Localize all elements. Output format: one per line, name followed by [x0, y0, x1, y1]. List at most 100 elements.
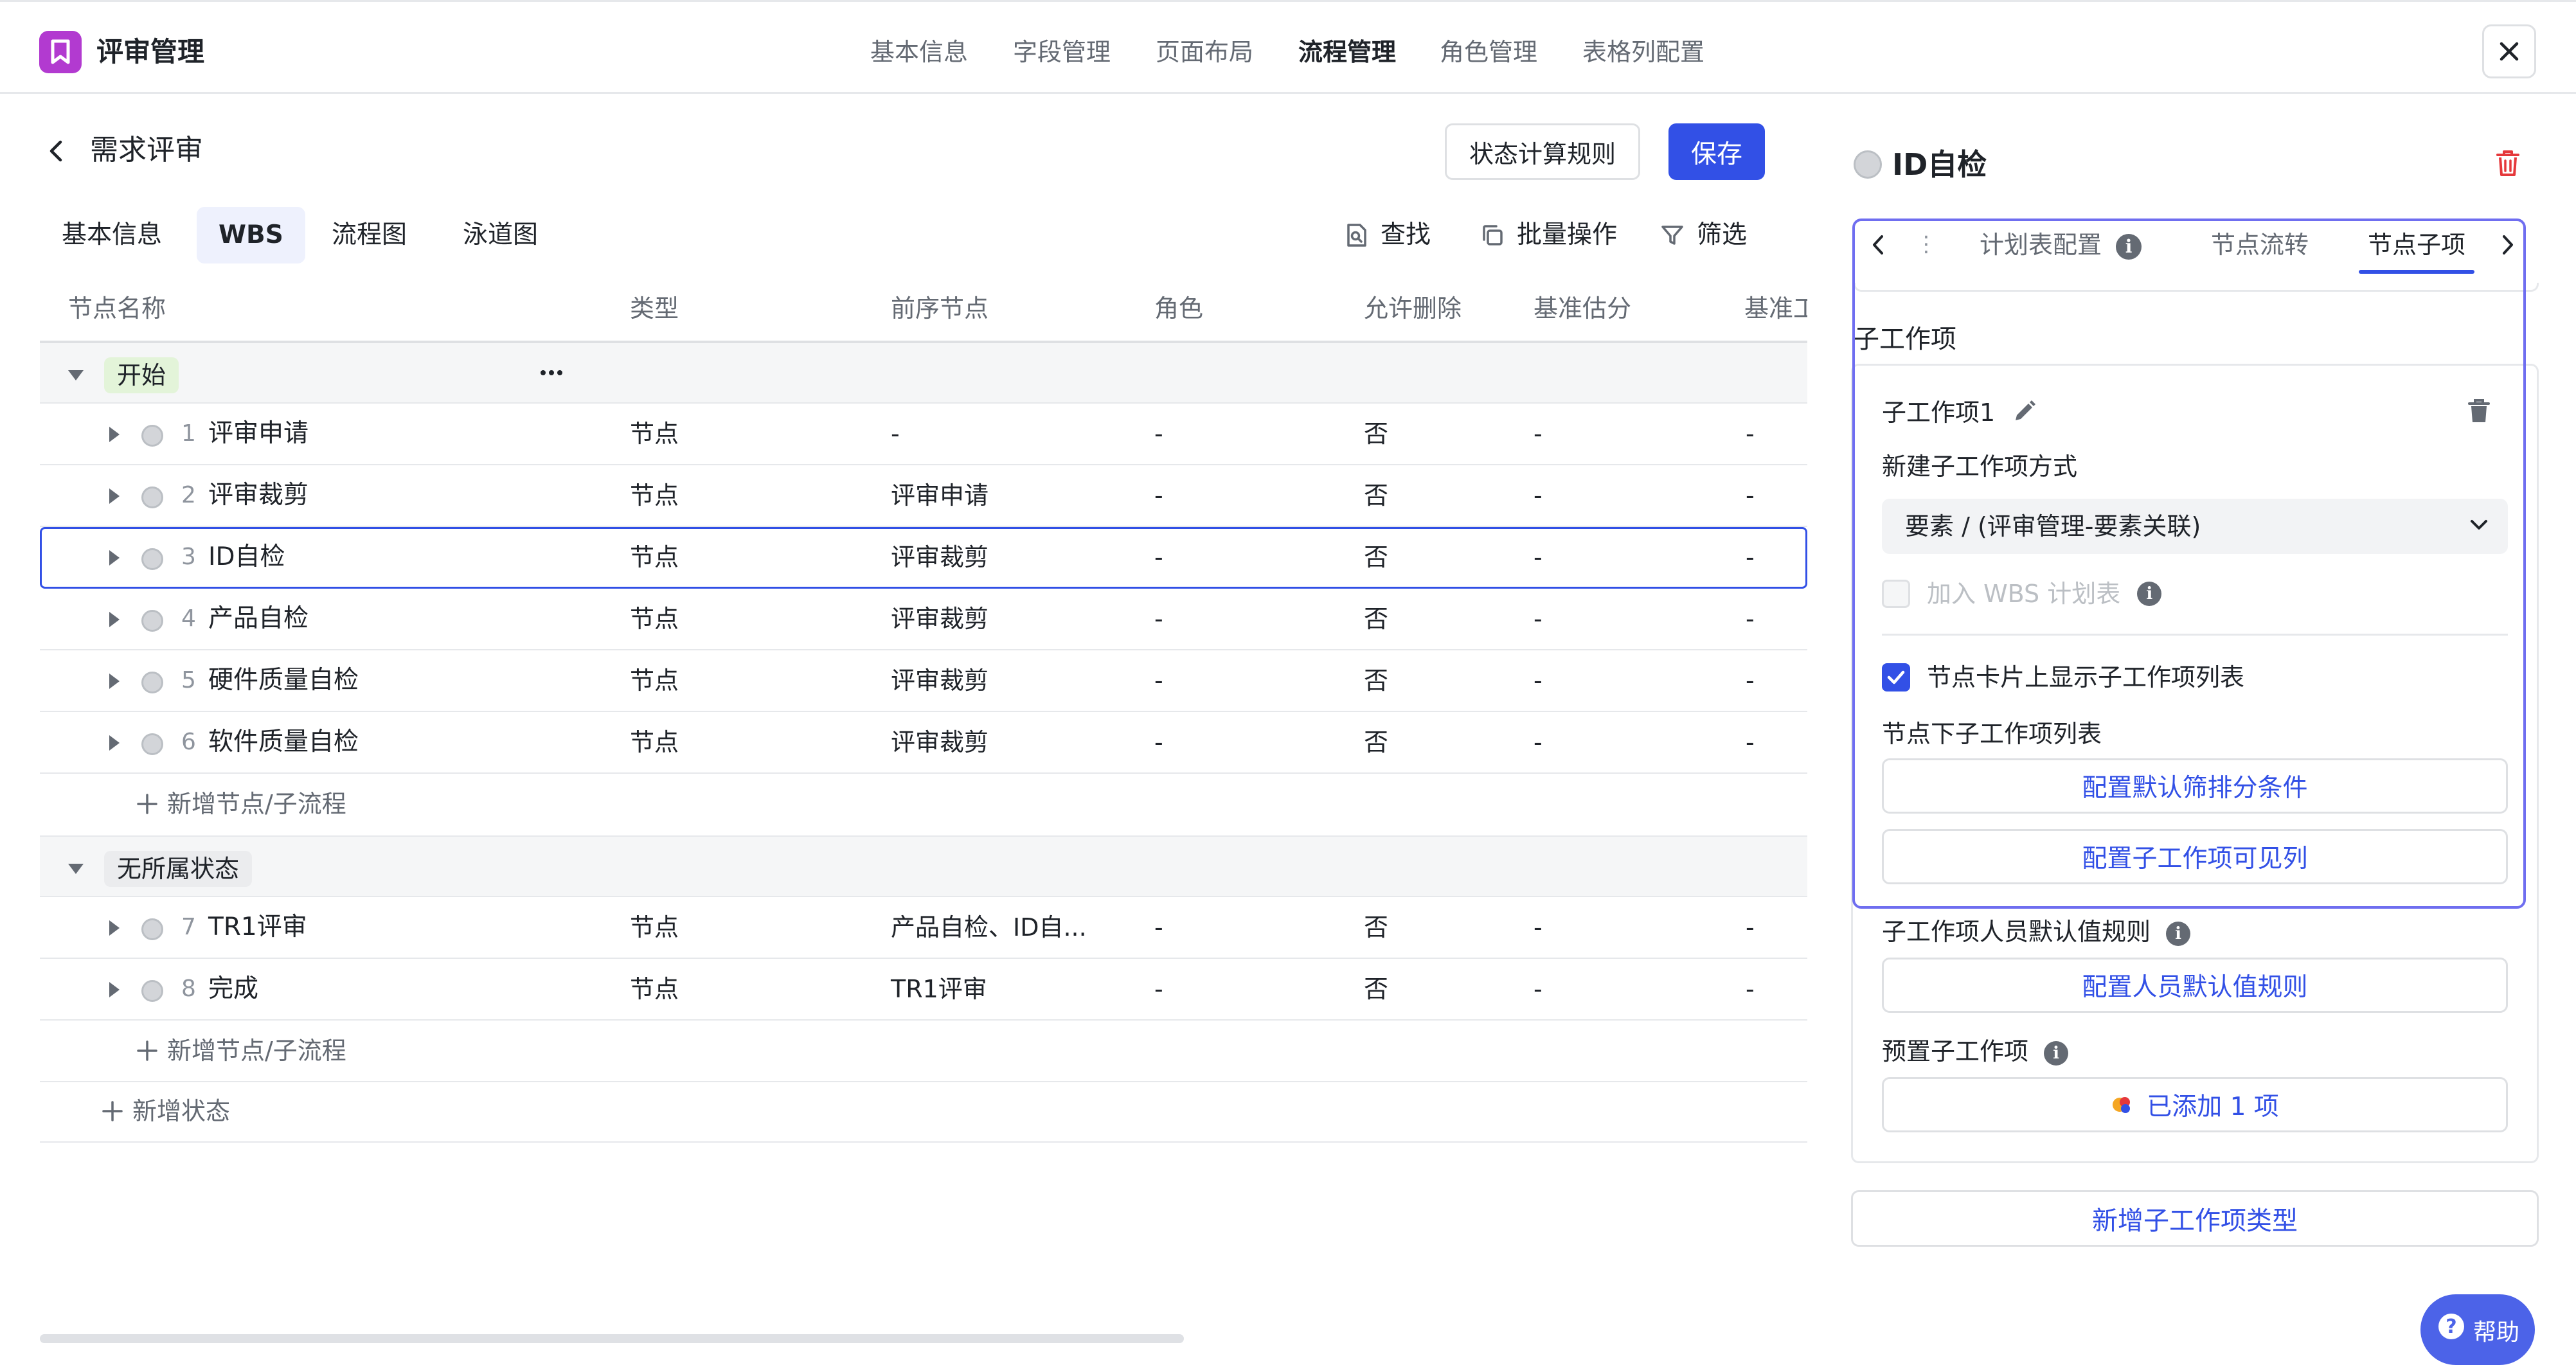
expand-caret-icon[interactable]: [109, 550, 120, 566]
table-row[interactable]: 3 ID自检 节点 评审裁剪 - 否 - -: [40, 527, 1807, 589]
cell-prev: -: [891, 420, 900, 448]
cell-prev: 评审裁剪: [891, 605, 989, 633]
table-row[interactable]: 8 完成 节点 TR1评审 - 否 - -: [40, 959, 1807, 1021]
delete-subitem-icon[interactable]: [2467, 398, 2491, 424]
create-mode-label: 新建子工作项方式: [1882, 452, 2078, 481]
state-rule-button[interactable]: 状态计算规则: [1445, 123, 1640, 180]
table-row[interactable]: 1 评审申请 节点 - - 否 - -: [40, 404, 1807, 465]
sub-tab-wbs[interactable]: WBS: [197, 207, 305, 263]
node-name: 评审裁剪: [208, 481, 309, 510]
node-status-dot: [141, 548, 163, 570]
info-icon: i: [2137, 582, 2162, 606]
close-button[interactable]: [2482, 24, 2536, 78]
copy-icon: [1483, 225, 1503, 245]
preset-items-button[interactable]: 已添加 1 项: [1882, 1077, 2508, 1132]
save-button[interactable]: 保存: [1668, 123, 1765, 180]
add-state-button[interactable]: 新增状态: [102, 1081, 230, 1141]
edit-pencil-icon[interactable]: [2012, 398, 2037, 424]
node-status-dot: [141, 486, 163, 508]
show-list-checkbox[interactable]: [1882, 663, 1910, 691]
table-row[interactable]: 4 产品自检 节点 评审裁剪 - 否 - -: [40, 589, 1807, 650]
table-row[interactable]: 6 软件质量自检 节点 评审裁剪 - 否 - -: [40, 712, 1807, 774]
cell-prev: 产品自检、ID自...: [891, 913, 1087, 941]
page-title: 需求评审: [90, 134, 203, 166]
delete-node-icon[interactable]: [2495, 149, 2521, 177]
cell-type: 节点: [630, 913, 679, 941]
top-tab-layout[interactable]: 页面布局: [1156, 32, 1253, 72]
collapse-caret-icon[interactable]: [68, 370, 84, 380]
row-divider: [40, 1141, 1807, 1143]
cell-deletable: 否: [1364, 543, 1389, 571]
find-button[interactable]: 查找: [1346, 215, 1431, 256]
cell-estimate: -: [1534, 728, 1543, 756]
group-row-none[interactable]: 无所属状态: [40, 837, 1807, 897]
expand-caret-icon[interactable]: [109, 735, 120, 751]
group-row-start[interactable]: 开始: [40, 343, 1807, 404]
add-wbs-checkbox[interactable]: [1882, 580, 1910, 608]
tab-scroll-right-icon[interactable]: [2500, 233, 2516, 257]
config-filter-button[interactable]: 配置默认筛排分条件: [1882, 758, 2508, 814]
top-tab-basic-info[interactable]: 基本信息: [870, 32, 968, 72]
node-status-dot: [141, 980, 163, 1002]
expand-caret-icon[interactable]: [109, 612, 120, 627]
expand-caret-icon[interactable]: [109, 427, 120, 442]
add-node-button[interactable]: 新增节点/子流程: [136, 1021, 346, 1081]
expand-caret-icon[interactable]: [109, 920, 120, 936]
cell-base: -: [1746, 543, 1755, 571]
add-wbs-checkbox-row[interactable]: 加入 WBS 计划表 i: [1882, 575, 2162, 613]
expand-caret-icon[interactable]: [109, 982, 120, 997]
info-icon: i: [2166, 921, 2191, 946]
top-header: [0, 0, 2576, 94]
collapse-caret-icon[interactable]: [68, 864, 84, 874]
config-columns-button[interactable]: 配置子工作项可见列: [1882, 829, 2508, 884]
workitem-type-icon: [2113, 1097, 2131, 1113]
cell-prev: 评审裁剪: [891, 728, 989, 756]
tab-plan-config-label: 计划表配置: [1980, 231, 2102, 259]
cell-type: 节点: [630, 728, 679, 756]
cell-base: -: [1746, 975, 1755, 1003]
tab-node-flow[interactable]: 节点流转: [2211, 220, 2309, 270]
cell-role: -: [1154, 666, 1163, 695]
sub-tab-swimlane[interactable]: 泳道图: [441, 207, 560, 263]
help-icon: ?: [2438, 1314, 2464, 1339]
row-number: 3: [181, 544, 196, 570]
table-row[interactable]: 2 评审裁剪 节点 评审申请 - 否 - -: [40, 465, 1807, 527]
expand-caret-icon[interactable]: [109, 488, 120, 504]
tab-scroll-left-icon[interactable]: [1870, 233, 1886, 257]
top-tab-workflow[interactable]: 流程管理: [1298, 32, 1396, 72]
row-number: 2: [181, 482, 196, 508]
expand-caret-icon[interactable]: [109, 674, 120, 689]
cell-base: -: [1746, 666, 1755, 695]
cell-estimate: -: [1534, 481, 1543, 510]
top-tab-roles[interactable]: 角色管理: [1440, 32, 1537, 72]
row-number: 4: [181, 605, 196, 632]
tab-node-subitems[interactable]: 节点子项: [2368, 220, 2465, 270]
more-icon[interactable]: [539, 360, 564, 386]
tab-plan-config[interactable]: 计划表配置 i: [1980, 220, 2142, 270]
batch-button[interactable]: 批量操作: [1481, 215, 1617, 256]
sub-tab-basic-info[interactable]: 基本信息: [40, 207, 184, 263]
card-edge: [1854, 283, 2539, 292]
new-subitem-type-button[interactable]: 新增子工作项类型: [1851, 1190, 2539, 1247]
add-node-label: 新增节点/子流程: [167, 790, 346, 818]
add-node-button[interactable]: 新增节点/子流程: [136, 774, 346, 834]
cell-estimate: -: [1534, 975, 1543, 1003]
cell-deletable: 否: [1364, 420, 1389, 448]
help-button[interactable]: ? 帮助: [2420, 1294, 2535, 1365]
table-row[interactable]: 7 TR1评审 节点 产品自检、ID自... - 否 - -: [40, 897, 1807, 959]
create-mode-select[interactable]: 要素 / (评审管理-要素关联): [1882, 499, 2508, 554]
sub-tab-flowchart[interactable]: 流程图: [310, 207, 429, 263]
cell-type: 节点: [630, 420, 679, 448]
node-name: 产品自检: [208, 604, 309, 633]
show-list-checkbox-row[interactable]: 节点卡片上显示子工作项列表: [1882, 658, 2244, 697]
top-tab-fields[interactable]: 字段管理: [1013, 32, 1111, 72]
config-person-rule-button[interactable]: 配置人员默认值规则: [1882, 958, 2508, 1013]
info-icon: i: [2044, 1040, 2069, 1066]
filter-button[interactable]: 筛选: [1661, 215, 1747, 256]
person-rule-label: 子工作项人员默认值规则: [1882, 918, 2151, 946]
top-tab-table-columns[interactable]: 表格列配置: [1582, 32, 1704, 72]
back-chevron-icon[interactable]: [46, 138, 66, 164]
show-list-label: 节点卡片上显示子工作项列表: [1927, 663, 2245, 691]
preset-label-row: 预置子工作项 i: [1882, 1032, 2069, 1071]
table-row[interactable]: 5 硬件质量自检 节点 评审裁剪 - 否 - -: [40, 650, 1807, 712]
